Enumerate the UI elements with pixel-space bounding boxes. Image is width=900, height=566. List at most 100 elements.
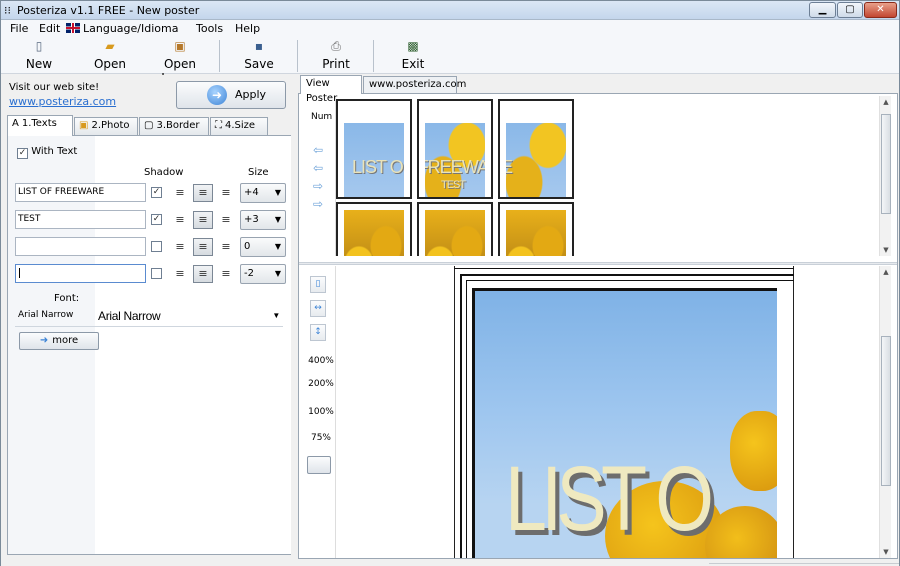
tab-size[interactable]: ⛶ 4.Size xyxy=(210,117,268,135)
fit-height-icon[interactable]: ↕ xyxy=(310,324,326,341)
zoom-custom-button[interactable] xyxy=(307,456,331,474)
with-text-label: With Text xyxy=(31,146,78,157)
arrow-right-icon: ➜ xyxy=(39,335,49,346)
toolbar-separator xyxy=(219,40,220,72)
zoom-75[interactable]: 75% xyxy=(306,433,336,443)
shadow-checkbox-2[interactable]: ✓ xyxy=(151,214,162,225)
menu-edit[interactable]: Edit xyxy=(39,22,60,35)
more-button[interactable]: ➜ more xyxy=(19,332,99,350)
scroll-up-icon[interactable]: ▲ xyxy=(880,266,892,278)
align-left-icon[interactable]: ≡ xyxy=(170,265,190,283)
poster-panel: Num ⇦ ⇦ ⇨ ⇨ LIST OF FREEWARE LIST OF FRE… xyxy=(298,93,898,559)
folder-open-icon: ▰ xyxy=(105,39,115,53)
poster-scrollbar[interactable]: ▲ ▼ xyxy=(879,266,891,558)
arrow-up-left-icon[interactable]: ⇦ xyxy=(313,144,327,156)
new-button[interactable]: ▯ New xyxy=(21,39,57,72)
align-left-icon[interactable]: ≡ xyxy=(170,238,190,256)
minimize-button[interactable]: ▁ xyxy=(809,2,836,18)
page-tile-image: LIST OF FREEWARE TEST xyxy=(425,123,485,197)
text-line-4-input[interactable] xyxy=(15,264,146,283)
align-right-icon[interactable]: ≡ xyxy=(216,211,236,229)
apply-button[interactable]: ➜ Apply xyxy=(176,81,286,109)
app-icon: ⁝⁝ xyxy=(4,4,11,17)
align-right-icon[interactable]: ≡ xyxy=(216,184,236,202)
scroll-thumb[interactable] xyxy=(881,336,891,486)
menu-file[interactable]: File xyxy=(10,22,28,35)
font-row: Arial Narrow Arial Narrow ▼ xyxy=(15,306,283,327)
exit-button[interactable]: ▩ Exit xyxy=(397,39,429,72)
website-link[interactable]: www.posteriza.com xyxy=(9,95,116,108)
scroll-down-icon[interactable]: ▼ xyxy=(880,546,892,558)
text-line-2-input[interactable]: TEST xyxy=(15,210,146,229)
align-left-icon[interactable]: ≡ xyxy=(170,184,190,202)
zoom-200[interactable]: 200% xyxy=(306,379,336,389)
tab-texts[interactable]: A 1.Texts xyxy=(7,115,73,136)
align-center-icon[interactable]: ≡ xyxy=(193,265,213,283)
align-left-icon[interactable]: ≡ xyxy=(170,211,190,229)
menu-help[interactable]: Help xyxy=(235,22,260,35)
split-handle[interactable] xyxy=(299,262,897,265)
scroll-up-icon[interactable]: ▲ xyxy=(880,96,892,108)
menu-language[interactable]: Language/Idioma xyxy=(66,22,178,35)
tab-photo[interactable]: ▣ 2.Photo xyxy=(74,117,138,135)
zoom-400[interactable]: 400% xyxy=(306,356,336,366)
shadow-checkbox-3[interactable] xyxy=(151,241,162,252)
size-select-2[interactable]: +3 ▼ xyxy=(240,210,286,230)
align-right-icon[interactable]: ≡ xyxy=(216,265,236,283)
size-select-3[interactable]: 0 ▼ xyxy=(240,237,286,257)
size-select-4-value: -2 xyxy=(244,268,254,279)
tab-view-poster[interactable]: View Poster xyxy=(300,75,362,104)
font-select[interactable]: Arial Narrow ▼ xyxy=(98,307,283,327)
toolbar-separator xyxy=(373,40,374,72)
floppy-disk-icon: ▪ xyxy=(254,39,264,53)
font-label: Font: xyxy=(54,293,80,304)
chevron-down-icon: ▼ xyxy=(272,311,280,320)
open-image-button[interactable]: ▣ Open Image xyxy=(145,39,215,85)
poster-title-preview: LIST O xyxy=(505,448,714,550)
align-center-icon[interactable]: ≡ xyxy=(193,238,213,256)
tab-website[interactable]: www.posteriza.com xyxy=(363,76,466,93)
align-center-icon[interactable]: ≡ xyxy=(193,211,213,229)
close-button[interactable]: ✕ xyxy=(864,2,897,18)
menu-tools[interactable]: Tools xyxy=(196,22,223,35)
zoom-100[interactable]: 100% xyxy=(306,407,336,417)
fit-page-icon[interactable]: ▯ xyxy=(310,276,326,293)
align-center-icon[interactable]: ≡ xyxy=(193,184,213,202)
size-select-1[interactable]: +4 ▼ xyxy=(240,183,286,203)
num-label: Num xyxy=(311,112,333,122)
text-line-1-input[interactable]: LIST OF FREEWARE xyxy=(15,183,146,202)
fit-width-icon[interactable]: ↔ xyxy=(310,300,326,317)
tab-border[interactable]: ▢ 3.Border xyxy=(139,117,209,135)
arrow-left-icon[interactable]: ⇦ xyxy=(313,162,327,174)
image-icon: ▣ xyxy=(174,39,186,53)
print-button[interactable]: ⎙ Print xyxy=(319,39,353,72)
thumbnails-scrollbar[interactable]: ▲ ▼ xyxy=(879,96,891,256)
page-tile[interactable]: LIST OF FREEWARE xyxy=(336,99,412,199)
maximize-button[interactable]: ▢ xyxy=(837,2,863,18)
with-text-checkbox[interactable]: ✓ xyxy=(17,148,28,159)
shadow-checkbox-4[interactable] xyxy=(151,268,162,279)
align-right-icon[interactable]: ≡ xyxy=(216,238,236,256)
arrow-right-icon[interactable]: ⇨ xyxy=(313,180,327,192)
shadow-checkbox-1[interactable]: ✓ xyxy=(151,187,162,198)
text-row: LIST OF FREEWARE ✓ ≡ ≡ ≡ +4 ▼ xyxy=(15,183,290,203)
save-button[interactable]: ▪ Save xyxy=(241,39,277,72)
page-tile[interactable] xyxy=(417,202,493,256)
open-button[interactable]: ▰ Open xyxy=(89,39,131,72)
page-tile[interactable]: LIST OF FREEWARE TEST xyxy=(417,99,493,199)
scroll-thumb[interactable] xyxy=(881,114,891,214)
page-tile[interactable] xyxy=(498,202,574,256)
page-tile[interactable] xyxy=(336,202,412,256)
page-tile-title: LIST OF FREEWARE xyxy=(352,157,404,177)
printer-icon: ⎙ xyxy=(331,39,341,53)
size-select-4[interactable]: -2 ▼ xyxy=(240,264,286,284)
scroll-down-icon[interactable]: ▼ xyxy=(880,244,892,256)
page-tile[interactable]: LIST OF FREEWARE xyxy=(498,99,574,199)
text-line-3-input[interactable] xyxy=(15,237,146,256)
with-text-option[interactable]: ✓ With Text xyxy=(17,146,77,159)
arrow-down-right-icon[interactable]: ⇨ xyxy=(313,198,327,210)
page-tile-subtitle: TEST xyxy=(441,179,466,191)
size-select-1-value: +4 xyxy=(244,187,259,198)
size-select-3-value: 0 xyxy=(244,241,251,252)
page-tile-image xyxy=(506,210,566,256)
